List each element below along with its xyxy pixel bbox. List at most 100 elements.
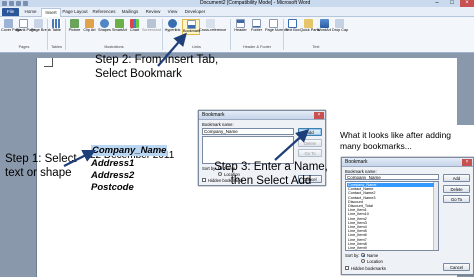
hidden-bookmarks-label: Hidden bookmarks — [351, 266, 386, 271]
page-number-label: Page Number — [265, 28, 289, 32]
chart-icon — [130, 19, 139, 28]
bookmark-list-item[interactable]: Line_Item9 — [347, 246, 434, 250]
chart-label: Chart — [129, 28, 140, 32]
screenshot-icon — [146, 19, 156, 28]
tab-mailings[interactable]: Mailings — [119, 8, 141, 16]
page-break-button[interactable]: Page Break — [31, 19, 51, 33]
save-icon[interactable] — [9, 1, 14, 6]
sort-location-radio[interactable] — [361, 259, 365, 263]
delete-button[interactable]: Delete — [443, 185, 470, 193]
tab-file[interactable]: File — [2, 8, 19, 16]
screenshot-label: Screenshot — [142, 28, 162, 32]
hidden-bookmarks-checkbox[interactable] — [202, 178, 206, 182]
shapes-button[interactable]: Shapes — [97, 19, 112, 33]
undo-icon[interactable] — [16, 1, 21, 6]
sort-location-label: Location — [367, 259, 383, 264]
window-title: Document2 [Compatibility Mode] - Microso… — [200, 0, 311, 6]
picture-icon — [70, 19, 79, 28]
group-label-header-footer: Header & Footer — [242, 45, 272, 49]
dialog-close-button[interactable]: × — [314, 112, 324, 119]
group-label-text: Text — [312, 45, 320, 49]
tab-developer[interactable]: Developer — [183, 8, 207, 16]
bookmark-list[interactable]: Company_Name Contact_Name Contact_Name2 Con… — [345, 181, 439, 251]
footer-button[interactable]: Footer — [249, 19, 264, 33]
cover-page-button[interactable]: Cover Page — [1, 19, 21, 33]
group-label-links: Links — [192, 45, 201, 49]
table-label: Table — [51, 28, 62, 32]
tab-home[interactable]: Home — [22, 8, 39, 16]
add-button[interactable]: Add — [298, 128, 322, 136]
ribbon-overflow-area — [350, 19, 474, 43]
picture-label: Picture — [68, 28, 81, 32]
clip-art-icon — [85, 19, 94, 28]
text-box-label: Text Box — [285, 28, 300, 32]
group-label-pages: Pages — [18, 45, 30, 49]
table-icon — [52, 19, 61, 28]
bookmark-icon — [186, 20, 196, 29]
cross-reference-button[interactable]: Cross-reference — [199, 19, 227, 33]
drop-cap-icon — [335, 19, 344, 28]
tab-review[interactable]: Review — [143, 8, 163, 16]
bookmark-name-input[interactable]: Company_Name — [345, 174, 439, 180]
cancel-button[interactable]: Cancel — [443, 263, 470, 271]
header-button[interactable]: Header — [233, 19, 248, 33]
sort-name-label: Name — [367, 253, 379, 258]
document-postcode[interactable]: Postcode — [91, 182, 134, 193]
tab-references[interactable]: References — [91, 8, 117, 16]
cross-reference-label: Cross-reference — [199, 28, 227, 32]
shapes-icon — [100, 19, 109, 28]
tab-insert[interactable]: Insert — [41, 8, 61, 17]
blank-page-icon — [19, 19, 28, 28]
document-address1[interactable]: Address1 — [91, 158, 134, 169]
group-label-tables: Tables — [51, 45, 62, 49]
step3-callout: Step 3: Enter a Name, then Select Add — [214, 161, 328, 187]
text-box-icon — [288, 19, 297, 28]
tab-view[interactable]: View — [165, 8, 180, 16]
goto-button[interactable]: Go To — [443, 195, 470, 203]
drop-cap-button[interactable]: Drop Cap — [332, 19, 348, 33]
footer-label: Footer — [251, 28, 262, 32]
bookmark-dialog-many: Bookmark × Bookmark name: Company_Name C… — [341, 157, 474, 275]
footer-icon — [252, 19, 261, 28]
quick-parts-button[interactable]: Quick Parts — [300, 19, 320, 33]
dialog-close-button[interactable]: × — [462, 159, 472, 166]
page-number-button[interactable]: Page Number — [265, 19, 289, 33]
delete-button[interactable]: Delete — [298, 139, 322, 147]
goto-button[interactable]: Go To — [298, 149, 322, 157]
step1-callout: Step 1: Select text or shape — [5, 153, 77, 179]
page-number-icon — [269, 19, 278, 28]
smartart-button[interactable]: SmartArt — [112, 19, 127, 33]
header-label: Header — [234, 28, 247, 32]
text-box-button[interactable]: Text Box — [285, 19, 300, 33]
table-button[interactable]: Table — [49, 19, 64, 33]
clip-art-button[interactable]: Clip Art — [82, 19, 97, 33]
maximize-button[interactable]: □ — [445, 0, 459, 7]
redo-icon[interactable] — [23, 1, 28, 6]
tab-page-layout[interactable]: Page Layout — [61, 8, 89, 16]
add-button[interactable]: Add — [443, 174, 470, 182]
minimize-button[interactable]: – — [430, 0, 444, 7]
hidden-bookmarks-checkbox[interactable] — [345, 266, 349, 270]
chart-button[interactable]: Chart — [127, 19, 142, 33]
blank-page-label: Blank Page — [16, 28, 36, 32]
wordart-icon — [319, 19, 329, 28]
screenshot-button[interactable]: Screenshot — [142, 19, 162, 33]
bookmark-button[interactable]: Bookmark — [182, 19, 200, 35]
word-app-icon[interactable] — [2, 1, 7, 6]
blank-page-button[interactable]: Blank Page — [16, 19, 36, 33]
document-company-name[interactable]: Company_Name — [91, 145, 168, 156]
bookmark-name-input[interactable]: Company_Name — [202, 128, 294, 135]
close-button[interactable]: × — [460, 0, 474, 7]
bookmark-name-label: Bookmark name: — [202, 122, 234, 127]
header-icon — [236, 19, 245, 28]
document-address2[interactable]: Address2 — [91, 170, 134, 181]
wordart-button[interactable]: WordArt — [316, 19, 332, 33]
picture-button[interactable]: Picture — [67, 19, 82, 33]
hyperlink-label: Hyperlink — [164, 28, 181, 32]
page-break-icon — [34, 19, 43, 28]
hyperlink-button[interactable]: Hyperlink — [164, 19, 181, 33]
selected-text[interactable]: Company_Name — [91, 145, 168, 156]
sort-name-radio[interactable] — [361, 253, 365, 257]
step2-callout: Step 2: From Insert Tab, Select Bookmark — [95, 54, 219, 80]
smartart-label: SmartArt — [112, 28, 127, 32]
